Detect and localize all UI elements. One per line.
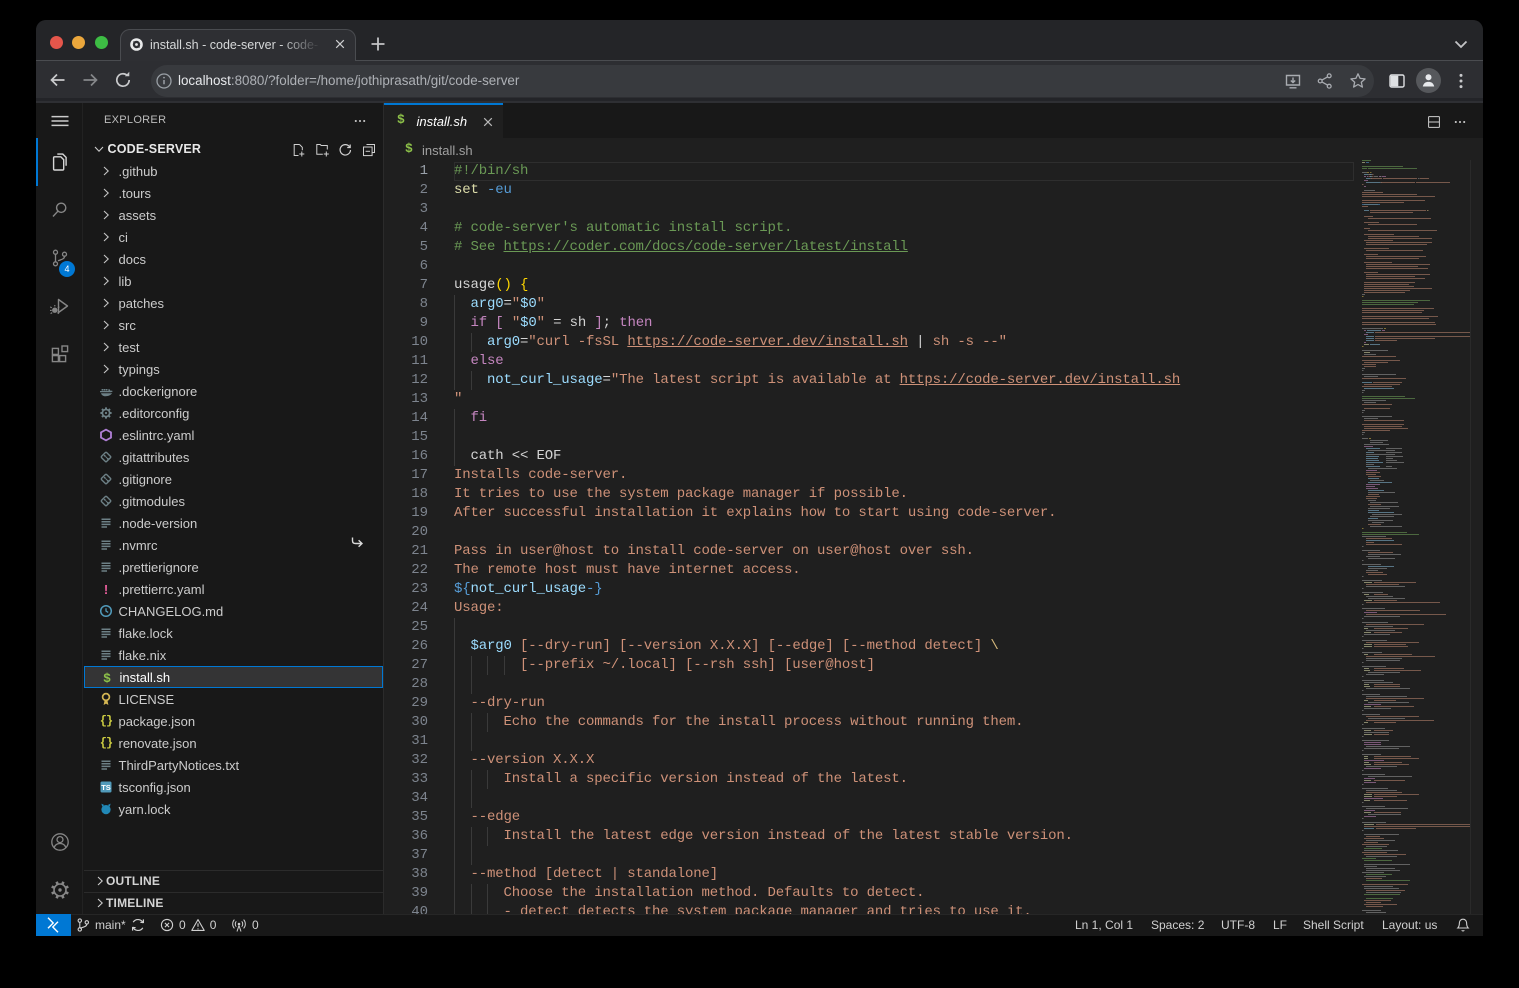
svg-text:TS: TS [101,783,111,792]
